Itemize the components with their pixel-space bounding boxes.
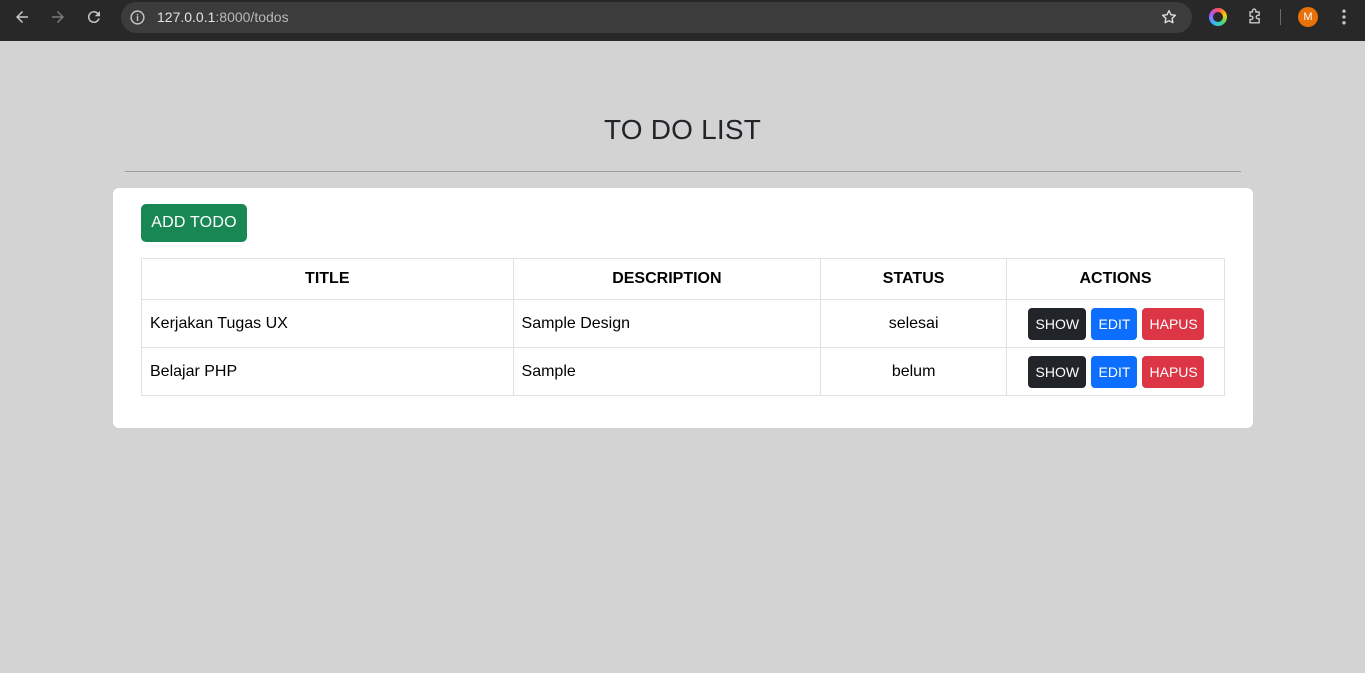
forward-button[interactable] (44, 5, 72, 29)
reload-icon (87, 11, 100, 24)
cell-title: Belajar PHP (141, 347, 514, 396)
edit-button[interactable]: EDIT (1090, 355, 1137, 388)
todo-table: TITLE DESCRIPTION STATUS ACTIONS Kerjaka… (141, 258, 1225, 396)
table-header-row: TITLE DESCRIPTION STATUS ACTIONS (141, 258, 1225, 300)
show-button[interactable]: SHOW (1027, 307, 1086, 340)
back-arrow-icon (16, 11, 28, 23)
header-description: DESCRIPTION (512, 258, 822, 300)
row-actions: SHOW EDIT HAPUS (1015, 307, 1216, 340)
edit-button[interactable]: EDIT (1090, 307, 1137, 340)
cell-actions: SHOW EDIT HAPUS (1006, 347, 1225, 396)
forward-arrow-icon (52, 11, 64, 23)
url-path: :8000/todos (215, 9, 289, 25)
profile-avatar[interactable]: M (1298, 7, 1318, 27)
title-divider (125, 171, 1241, 172)
cell-description: Sample Design (512, 299, 822, 348)
cell-actions: SHOW EDIT HAPUS (1006, 299, 1225, 348)
toolbar-separator (1280, 9, 1281, 25)
reload-button[interactable] (80, 5, 108, 29)
back-button[interactable] (8, 5, 36, 29)
site-info-icon[interactable] (129, 9, 146, 26)
header-title: TITLE (141, 258, 514, 300)
header-status: STATUS (820, 258, 1008, 300)
page-title: TO DO LIST (603, 114, 762, 145)
puzzle-icon[interactable] (1245, 7, 1265, 27)
todo-card: ADD TODO TITLE DESCRIPTION STATUS ACTION… (113, 188, 1253, 428)
show-button[interactable]: SHOW (1027, 355, 1086, 388)
delete-button[interactable]: HAPUS (1141, 355, 1204, 388)
cell-description: Sample (512, 347, 822, 396)
address-url[interactable]: 127.0.0.1:8000/todos (157, 9, 289, 25)
header-actions: ACTIONS (1006, 258, 1225, 300)
browser-toolbar: 127.0.0.1:8000/todos M (0, 0, 1365, 41)
cell-status: selesai (820, 299, 1008, 348)
url-host: 127.0.0.1 (157, 9, 216, 25)
table-row: Belajar PHP Sample belum SHOW EDIT HAPUS (141, 347, 1225, 396)
cell-title: Kerjakan Tugas UX (141, 299, 514, 348)
table-row: Kerjakan Tugas UX Sample Design selesai … (141, 299, 1225, 348)
cell-status: belum (820, 347, 1008, 396)
kebab-menu-icon[interactable] (1334, 7, 1354, 27)
address-bar[interactable]: 127.0.0.1:8000/todos (121, 2, 1192, 33)
row-actions: SHOW EDIT HAPUS (1015, 355, 1216, 388)
color-extension-icon[interactable] (1209, 8, 1227, 26)
add-todo-button[interactable]: ADD TODO (141, 204, 247, 242)
delete-button[interactable]: HAPUS (1141, 307, 1204, 340)
star-icon[interactable] (1160, 8, 1178, 26)
